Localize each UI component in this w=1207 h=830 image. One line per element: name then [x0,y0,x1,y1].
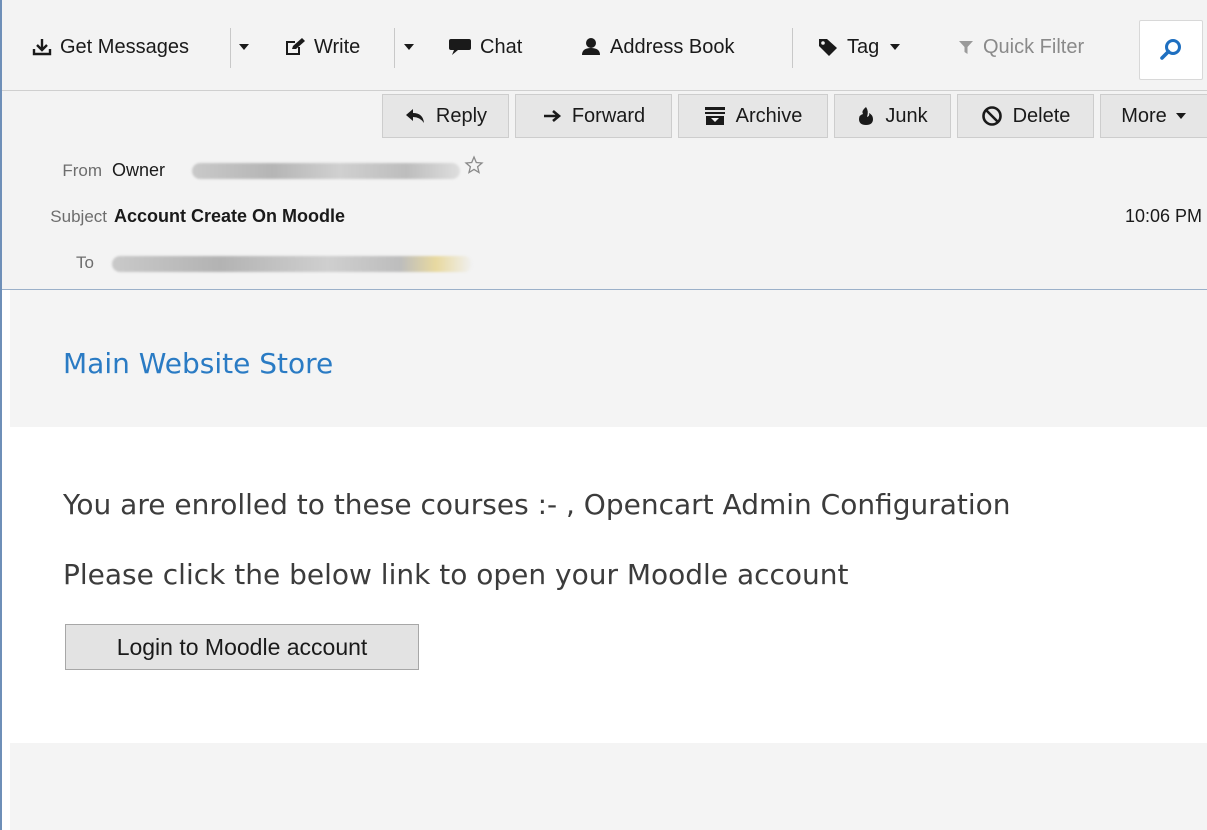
search-icon [1160,39,1181,60]
from-value[interactable]: Owner [112,160,165,181]
forward-button[interactable]: Forward [515,94,672,138]
caret-down-icon [239,44,249,50]
enrollment-text: You are enrolled to these courses :- , O… [63,488,1011,521]
login-to-moodle-button[interactable]: Login to Moodle account [65,624,419,670]
to-label: To [76,253,94,272]
toolbar-separator [792,28,793,68]
toolbar-separator [230,28,231,68]
quick-filter-label: Quick Filter [983,35,1085,58]
archive-box-icon [704,107,725,125]
forward-label: Forward [571,104,646,127]
chat-button[interactable]: Chat [448,32,522,62]
reply-arrow-icon [405,109,424,123]
main-toolbar: Get Messages Write Chat Address Book Tag… [2,0,1207,91]
quick-filter-button[interactable]: Quick Filter [957,32,1084,62]
pencil-icon [286,38,305,55]
message-body: Main Website Store You are enrolled to t… [2,290,1207,830]
delete-label: Delete [1012,104,1071,127]
junk-label: Junk [885,104,928,127]
filter-icon [959,41,973,54]
toolbar-separator [394,28,395,68]
caret-down-icon [890,44,901,50]
redacted-from-address [192,163,460,179]
forward-arrow-icon [543,110,561,122]
email-footer-band [10,743,1207,830]
junk-button[interactable]: Junk [834,94,951,138]
instruction-text: Please click the below link to open your… [63,558,849,591]
redacted-to-address [112,256,472,272]
delete-button[interactable]: Delete [957,94,1094,138]
tag-icon [819,39,837,56]
write-button[interactable]: Write [284,32,360,62]
search-button[interactable] [1139,20,1203,80]
flame-icon [859,107,874,125]
get-messages-button[interactable]: Get Messages [32,32,189,62]
person-icon [582,38,600,55]
subject-label: Subject [50,207,107,226]
address-book-button[interactable]: Address Book [580,32,735,62]
more-button[interactable]: More [1100,94,1207,138]
archive-button[interactable]: Archive [678,94,828,138]
tag-label: Tag [847,35,880,58]
message-header: Reply Forward Archive Junk Delete More F [2,91,1207,290]
write-dropdown[interactable] [403,40,415,58]
archive-label: Archive [735,104,803,127]
chat-bubble-icon [449,39,471,55]
more-label: More [1121,104,1167,127]
address-book-label: Address Book [610,35,735,58]
get-messages-dropdown[interactable] [238,40,250,58]
download-icon [32,39,52,56]
chat-label: Chat [480,35,523,58]
prohibited-icon [981,106,1002,126]
star-icon[interactable] [464,155,484,175]
from-label: From [62,161,102,180]
subject-value: Account Create On Moodle [114,206,346,226]
reply-label: Reply [435,104,488,127]
caret-down-icon [1175,113,1186,119]
store-link[interactable]: Main Website Store [63,347,333,380]
get-messages-label: Get Messages [60,35,189,58]
write-label: Write [314,35,361,58]
reply-button[interactable]: Reply [382,94,509,138]
caret-down-icon [404,44,414,50]
tag-button[interactable]: Tag [817,32,901,62]
message-time: 10:06 PM [1124,206,1202,226]
